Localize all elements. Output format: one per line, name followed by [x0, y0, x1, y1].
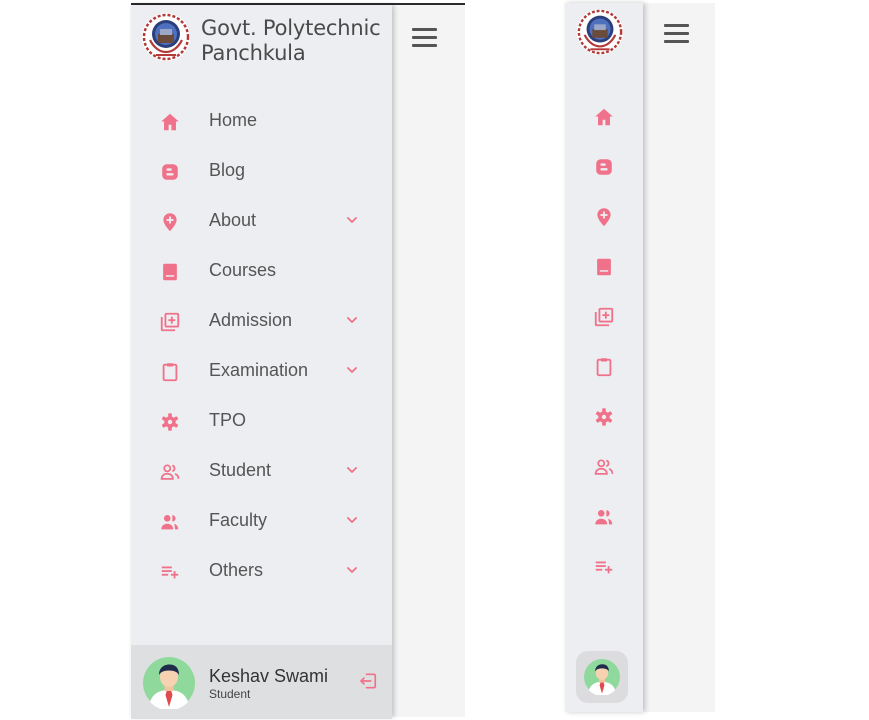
- clipboard-icon: [159, 361, 181, 383]
- sidebar-item-blog[interactable]: [565, 141, 643, 191]
- hamburger-bar: [412, 28, 437, 31]
- chevron-down-icon[interactable]: [345, 313, 359, 327]
- sidebar-item-label: Others: [209, 560, 264, 580]
- brand-title: Govt. Polytechnic Panchkula: [201, 16, 391, 66]
- sidebar-item-label: Examination: [209, 360, 309, 380]
- brand-title-line1: Govt. Polytechnic: [201, 16, 381, 40]
- sidebar-nav: Home Blog About Courses Admission Examin…: [131, 97, 392, 597]
- profile-name: Keshav Swami: [209, 666, 329, 686]
- sidebar-item-blog[interactable]: Blog: [131, 147, 392, 197]
- hamburger-bar: [412, 44, 437, 47]
- chevron-down-icon[interactable]: [345, 463, 359, 477]
- sidebar-item-label: Student: [209, 460, 272, 480]
- playlist-add-icon: [593, 556, 615, 578]
- clipboard-icon: [593, 356, 615, 378]
- hamburger-bar: [664, 32, 689, 35]
- gear-icon: [593, 406, 615, 428]
- sidebar-item-others[interactable]: Others: [131, 547, 392, 597]
- sidebar-collapsed: [565, 3, 643, 712]
- sidebar-item-examination[interactable]: Examination: [131, 347, 392, 397]
- blogger-icon: [159, 161, 181, 183]
- sidebar-item-admission[interactable]: Admission: [131, 297, 392, 347]
- library-add-icon: [593, 306, 615, 328]
- college-logo: [141, 12, 191, 62]
- users-icon: [159, 511, 181, 533]
- hamburger-bar: [664, 40, 689, 43]
- sidebar-item-label: Courses: [209, 260, 277, 280]
- sidebar-item-about[interactable]: About: [131, 197, 392, 247]
- sidebar-item-home[interactable]: Home: [131, 97, 392, 147]
- home-icon: [159, 111, 181, 133]
- home-icon: [593, 106, 615, 128]
- avatar: [584, 659, 620, 695]
- hamburger-bar: [664, 24, 689, 27]
- profile-button[interactable]: [576, 651, 628, 703]
- sidebar-item-label: Faculty: [209, 510, 268, 530]
- menu-toggle-button[interactable]: [412, 28, 438, 48]
- sidebar-item-faculty[interactable]: Faculty: [131, 497, 392, 547]
- chevron-down-icon[interactable]: [345, 363, 359, 377]
- logout-icon[interactable]: [359, 671, 379, 691]
- chevron-down-icon[interactable]: [345, 513, 359, 527]
- sidebar-item-label: About: [209, 210, 257, 230]
- sidebar-item-label: Home: [209, 110, 258, 130]
- brand[interactable]: Govt. Polytechnic Panchkula: [141, 12, 391, 68]
- book-icon: [593, 256, 615, 278]
- sidebar-item-label: TPO: [209, 410, 247, 430]
- users-outline-icon: [593, 456, 615, 478]
- sidebar-item-courses[interactable]: [565, 241, 643, 291]
- sidebar-item-label: Blog: [209, 160, 246, 180]
- book-icon: [159, 261, 181, 283]
- playlist-add-icon: [159, 561, 181, 583]
- sidebar-item-about[interactable]: [565, 191, 643, 241]
- users-outline-icon: [159, 461, 181, 483]
- sidebar-item-label: Admission: [209, 310, 293, 330]
- sidebar-item-courses[interactable]: Courses: [131, 247, 392, 297]
- sidebar-item-others[interactable]: [565, 541, 643, 591]
- map-marker-plus-icon: [593, 206, 615, 228]
- sidebar-item-home[interactable]: [565, 91, 643, 141]
- sidebar-item-examination[interactable]: [565, 341, 643, 391]
- collapsed-sidebar-screen: [565, 3, 715, 712]
- brand-title-line2: Panchkula: [201, 41, 306, 65]
- library-add-icon: [159, 311, 181, 333]
- profile-role: Student: [209, 687, 251, 701]
- blogger-icon: [593, 156, 615, 178]
- gear-icon: [159, 411, 181, 433]
- sidebar-item-tpo[interactable]: TPO: [131, 397, 392, 447]
- chevron-down-icon[interactable]: [345, 213, 359, 227]
- sidebar-nav-collapsed: [565, 91, 643, 591]
- sidebar: Govt. Polytechnic Panchkula Home Blog Ab…: [131, 5, 392, 719]
- sidebar-item-admission[interactable]: [565, 291, 643, 341]
- profile-section: Keshav Swami Student: [131, 645, 392, 719]
- users-icon: [593, 506, 615, 528]
- sidebar-item-faculty[interactable]: [565, 491, 643, 541]
- avatar[interactable]: [143, 657, 195, 709]
- sidebar-item-tpo[interactable]: [565, 391, 643, 441]
- sidebar-item-student[interactable]: Student: [131, 447, 392, 497]
- hamburger-bar: [412, 36, 437, 39]
- expanded-sidebar-screen: Govt. Polytechnic Panchkula Home Blog Ab…: [131, 3, 465, 719]
- college-logo[interactable]: [576, 8, 624, 56]
- map-marker-plus-icon: [159, 211, 181, 233]
- sidebar-item-student[interactable]: [565, 441, 643, 491]
- chevron-down-icon[interactable]: [345, 563, 359, 577]
- menu-toggle-button[interactable]: [664, 24, 690, 44]
